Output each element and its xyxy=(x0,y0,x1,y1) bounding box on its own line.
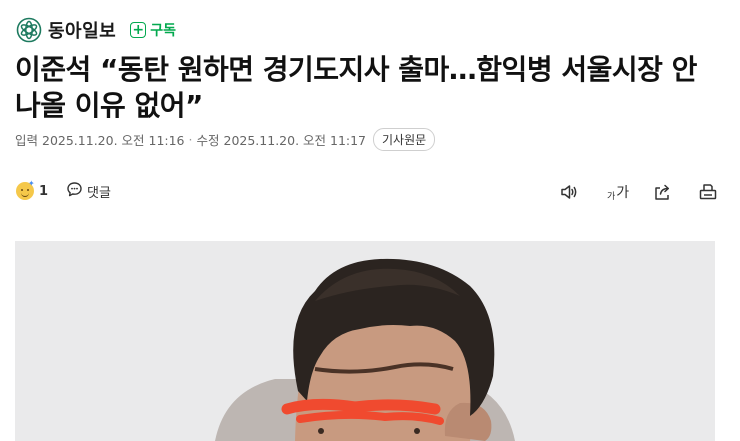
press-name: 동아일보 xyxy=(48,21,117,42)
font-small-glyph: 가 xyxy=(607,192,616,202)
meta-separator: · xyxy=(188,131,193,147)
font-size-button[interactable]: 가가 xyxy=(607,182,631,202)
published-date: 2025.11.20. 오전 11:16 xyxy=(42,132,185,148)
original-article-button[interactable]: 기사원문 xyxy=(373,127,436,151)
plus-icon: + xyxy=(130,22,147,38)
article-title: 이준석 “동탄 원하면 경기도지사 출마…함익병 서울시장 안 나올 이유 없어… xyxy=(15,53,697,122)
article-photo xyxy=(15,241,715,441)
speaker-icon[interactable] xyxy=(558,181,580,203)
photo-illustration xyxy=(15,241,715,441)
font-large-glyph: 가 xyxy=(616,185,630,201)
article-tools: 가가 xyxy=(558,180,719,204)
dongA-logo-icon xyxy=(16,17,42,43)
reaction-count: 1 xyxy=(39,183,49,199)
subscribe-label: 구독 xyxy=(150,23,177,39)
share-icon[interactable] xyxy=(651,181,673,203)
article-actions: ✦ 1 댓글 xyxy=(16,179,111,202)
reaction-button[interactable]: ✦ 1 xyxy=(16,179,49,200)
comment-icon xyxy=(66,181,87,202)
comment-label: 댓글 xyxy=(87,185,111,201)
press-header: 동아일보 + 구독 xyxy=(16,16,176,44)
subscribe-button[interactable]: + 구독 xyxy=(130,20,176,40)
print-icon[interactable] xyxy=(697,181,719,203)
article-meta: 입력 2025.11.20. 오전 11:16 · 수정 2025.11.20.… xyxy=(15,127,436,151)
reaction-emoji-icon: ✦ xyxy=(16,179,35,200)
modified-label: 수정 xyxy=(196,132,220,148)
press-logo[interactable]: 동아일보 xyxy=(16,17,116,43)
comment-button[interactable]: 댓글 xyxy=(66,181,111,202)
modified-date: 2025.11.20. 오전 11:17 xyxy=(223,132,367,148)
published-label: 입력 xyxy=(15,132,39,148)
